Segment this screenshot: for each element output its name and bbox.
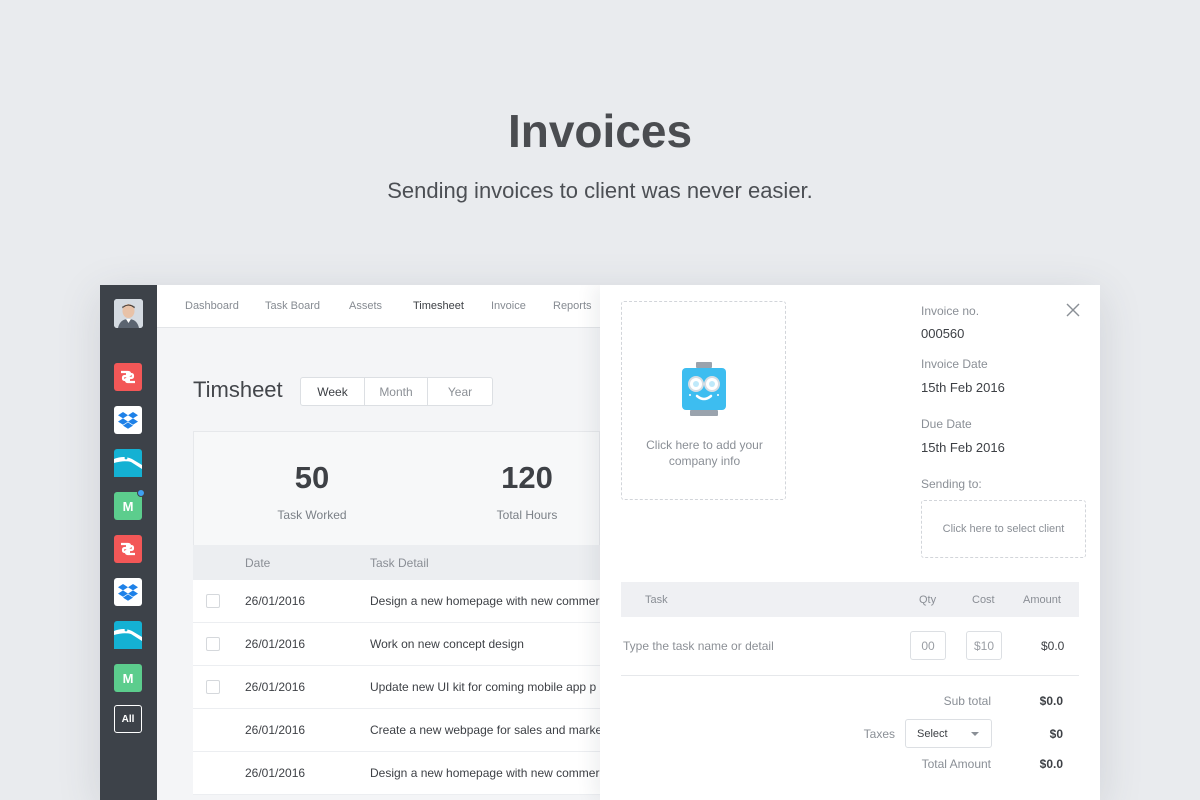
nav-reports[interactable]: Reports (553, 300, 592, 312)
invoice-item-row: Type the task name or detail 00 $10 $0.0 (621, 617, 1079, 676)
row-task-detail: Design a new homepage with new commer (370, 594, 600, 608)
table-row[interactable]: 26/01/2016 Design a new homepage with new… (193, 580, 600, 623)
subtotal-label: Sub total (943, 694, 991, 708)
nav-invoice[interactable]: Invoice (491, 300, 526, 312)
row-task-detail: Create a new webpage for sales and marke (370, 723, 603, 737)
company-info-dropzone[interactable]: Click here to add your company info (621, 301, 786, 500)
nav-timesheet[interactable]: Timesheet (413, 300, 464, 312)
row-checkbox[interactable] (206, 594, 220, 608)
row-date: 26/01/2016 (245, 766, 306, 780)
nav-task-board[interactable]: Task Board (265, 300, 320, 312)
invoice-date-label: Invoice Date (921, 357, 988, 371)
row-date: 26/01/2016 (245, 723, 306, 737)
invoice-items-header: Task Qty Cost Amount (621, 582, 1079, 617)
nav-dashboard[interactable]: Dashboard (185, 300, 239, 312)
table-row[interactable]: 26/01/2016 Design a new homepage with new… (193, 752, 600, 795)
row-date: 26/01/2016 (245, 637, 306, 651)
speaker-deck-icon[interactable] (114, 535, 142, 563)
item-amount: $0.0 (1041, 639, 1065, 653)
total-hours-value: 120 (501, 460, 553, 495)
dropbox-icon[interactable] (114, 406, 142, 434)
pelican-icon[interactable] (114, 621, 142, 649)
pelican-icon[interactable] (114, 449, 142, 477)
tasks-worked-label: Task Worked (277, 508, 347, 522)
segment-week[interactable]: Week (301, 378, 365, 405)
row-task-detail: Update new UI kit for coming mobile app … (370, 680, 597, 694)
table-row[interactable]: 26/01/2016 Create a new webpage for sales… (193, 709, 603, 752)
chevron-down-icon (971, 732, 979, 736)
task-detail-input[interactable]: Type the task name or detail (623, 639, 774, 653)
column-cost: Cost (972, 594, 995, 606)
app-window: M M All Dashboard Task Board Assets Times… (100, 285, 1100, 800)
timesheet-table-header: Date Task Detail (193, 545, 600, 580)
row-task-detail: Design a new homepage with new commer (370, 766, 600, 780)
subtotal-value: $0.0 (1039, 694, 1063, 708)
total-amount-value: $0.0 (1039, 757, 1063, 771)
hero-title: Invoices (507, 105, 693, 157)
due-date-label: Due Date (921, 417, 972, 431)
taxes-select-value: Select (917, 728, 948, 740)
select-client-prompt: Click here to select client (942, 523, 1065, 535)
due-date-value[interactable]: 15th Feb 2016 (921, 440, 1005, 455)
column-date: Date (245, 556, 271, 570)
robot-mascot-icon (680, 360, 728, 425)
page-title: Timsheet (193, 377, 283, 402)
taxes-label: Taxes (863, 727, 895, 741)
column-amount: Amount (1023, 594, 1061, 606)
all-apps-button[interactable]: All (114, 705, 142, 733)
total-amount-label: Total Amount (921, 757, 991, 771)
segment-month[interactable]: Month (365, 378, 428, 405)
close-icon[interactable] (1066, 303, 1080, 317)
tasks-worked-value: 50 (294, 460, 330, 495)
notification-dot (137, 489, 145, 497)
invoice-number-label: Invoice no. (921, 304, 980, 318)
column-task: Task (645, 594, 668, 606)
dropbox-icon[interactable] (114, 578, 142, 606)
speaker-deck-icon[interactable] (114, 363, 142, 391)
medium-icon[interactable]: M (114, 664, 142, 692)
table-row[interactable]: 26/01/2016 Update new UI kit for coming m… (193, 666, 600, 709)
row-date: 26/01/2016 (245, 680, 306, 694)
select-client-dropzone[interactable]: Click here to select client (921, 500, 1086, 558)
row-checkbox[interactable] (206, 680, 220, 694)
row-date: 26/01/2016 (245, 594, 306, 608)
hero-subtitle: Sending invoices to client was never eas… (387, 178, 813, 203)
top-nav: Dashboard Task Board Assets Timesheet In… (157, 285, 600, 328)
cost-input[interactable]: $10 (966, 631, 1002, 660)
stats-card: 50 Task Worked 120 Total Hours (193, 431, 600, 545)
segment-year[interactable]: Year (428, 378, 492, 405)
row-checkbox[interactable] (206, 637, 220, 651)
company-info-prompt: Click here to add your company info (646, 438, 763, 468)
invoice-panel: Click here to add your company info Invo… (600, 285, 1100, 800)
app-rail: M M All (100, 285, 157, 800)
medium-icon[interactable]: M (114, 489, 145, 520)
taxes-value: $0 (1049, 727, 1063, 741)
table-row[interactable]: 26/01/2016 Work on new concept design (193, 623, 600, 666)
avatar[interactable] (114, 299, 143, 328)
column-task-detail: Task Detail (370, 556, 429, 570)
column-qty: Qty (919, 594, 937, 606)
qty-input[interactable]: 00 (910, 631, 946, 660)
nav-assets[interactable]: Assets (349, 300, 382, 312)
invoice-date-value[interactable]: 15th Feb 2016 (921, 380, 1005, 395)
total-hours-label: Total Hours (496, 508, 558, 522)
period-toggle: Week Month Year (300, 377, 493, 406)
sending-to-label: Sending to: (921, 477, 982, 491)
invoice-number-value: 000560 (921, 326, 965, 341)
taxes-select[interactable]: Select (905, 719, 992, 748)
row-task-detail: Work on new concept design (370, 637, 524, 651)
